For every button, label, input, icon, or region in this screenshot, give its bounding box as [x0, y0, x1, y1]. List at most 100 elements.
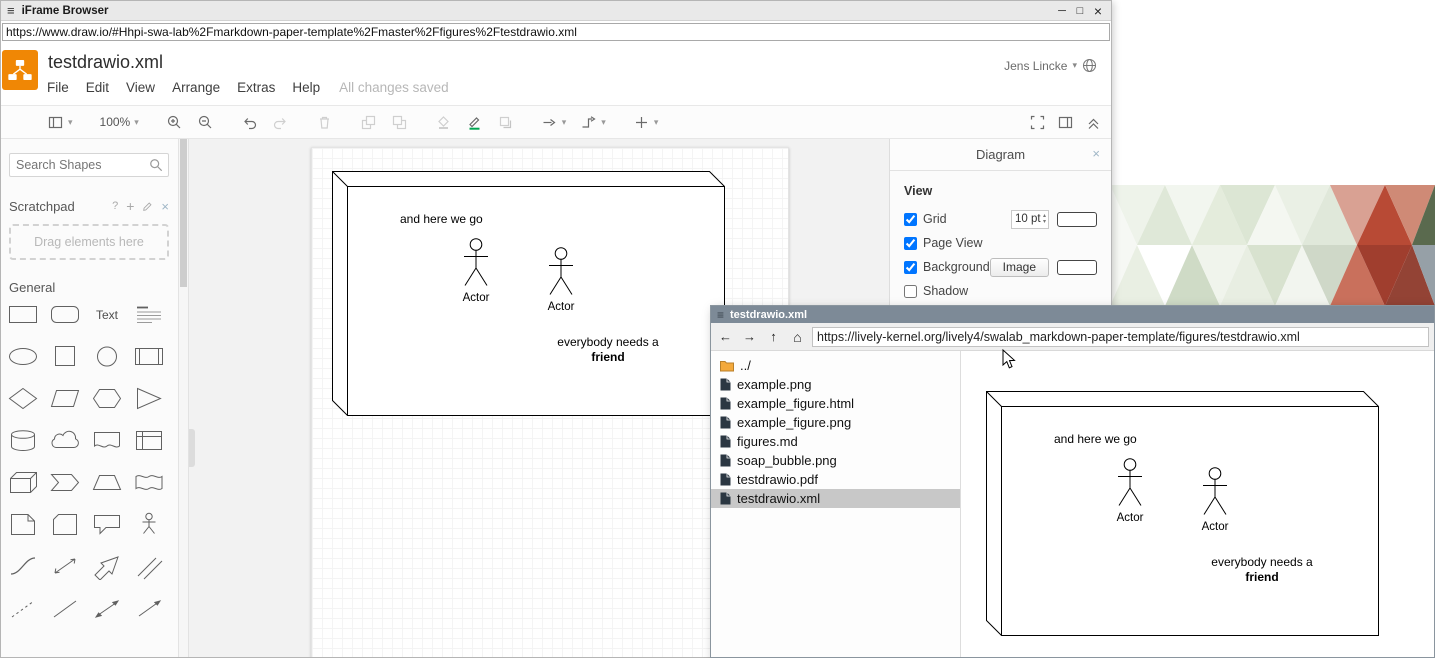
toolbar-undo-button[interactable]: [241, 114, 258, 131]
menu-help[interactable]: Help: [292, 80, 320, 95]
shape-square-button[interactable]: [44, 343, 86, 370]
toolbar-collapse-button[interactable]: [1085, 114, 1102, 131]
diagram-caption-text[interactable]: and here we go: [400, 212, 483, 226]
grid-color-swatch[interactable]: [1057, 212, 1097, 227]
panel-tab-diagram[interactable]: Diagram: [976, 147, 1025, 162]
actor-shape[interactable]: Actor: [454, 238, 498, 304]
file-row--[interactable]: ../: [711, 356, 960, 375]
shape-cube-button[interactable]: [2, 469, 44, 496]
general-section-label[interactable]: General: [9, 280, 170, 295]
shape-callout-button[interactable]: [86, 511, 128, 538]
sidebar-collapse-handle[interactable]: [189, 429, 195, 467]
pencil-icon[interactable]: [142, 201, 153, 212]
shape-curve-button[interactable]: [2, 553, 44, 580]
file-row-soap-bubble-png[interactable]: soap_bubble.png: [711, 451, 960, 470]
toolbar-zoom-level-button[interactable]: 100%▾: [100, 115, 139, 129]
file-row-example-png[interactable]: example.png: [711, 375, 960, 394]
background-checkbox[interactable]: [904, 261, 917, 274]
background-image-button[interactable]: Image: [990, 258, 1049, 277]
toolbar-shadow-button[interactable]: [497, 114, 514, 131]
drawio-logo[interactable]: [2, 50, 38, 90]
up-button[interactable]: ↑: [764, 327, 783, 346]
toolbar-insert-button[interactable]: ▾: [633, 114, 659, 131]
shape-circle-button[interactable]: [86, 343, 128, 370]
shape-text-button[interactable]: Text: [86, 301, 128, 328]
toolbar-line-color-button[interactable]: [466, 114, 483, 131]
shape-process-button[interactable]: [128, 343, 170, 370]
shape-line-button[interactable]: [44, 595, 86, 622]
shape-internal-storage-button[interactable]: [128, 427, 170, 454]
shape-ellipse-button[interactable]: [2, 343, 44, 370]
shape-link-button[interactable]: [128, 553, 170, 580]
home-button[interactable]: ⌂: [788, 327, 807, 346]
shape-actor-button[interactable]: [128, 511, 170, 538]
shape-textbox-button[interactable]: [128, 301, 170, 328]
shape-dashed-line-button[interactable]: [2, 595, 44, 622]
shape-parallelogram-button[interactable]: [44, 385, 86, 412]
actor-shape[interactable]: Actor: [539, 247, 583, 313]
menu-file[interactable]: File: [47, 80, 69, 95]
shape-diamond-button[interactable]: [2, 385, 44, 412]
toolbar-zoom-in-button[interactable]: [166, 114, 183, 131]
shape-card-button[interactable]: [44, 511, 86, 538]
shape-triangle-button[interactable]: [128, 385, 170, 412]
hamburger-icon[interactable]: ≡: [7, 3, 15, 18]
diagram-group[interactable]: and here we go Actor: [332, 171, 725, 416]
minimize-button[interactable]: ─: [1053, 3, 1071, 18]
panel-close-icon[interactable]: ×: [1092, 146, 1100, 161]
language-globe-icon[interactable]: [1082, 58, 1097, 73]
file-row-example-figure-png[interactable]: example_figure.png: [711, 413, 960, 432]
shape-rounded-rectangle-button[interactable]: [44, 301, 86, 328]
diagram-note-text[interactable]: everybody needs a friend: [542, 335, 674, 364]
toolbar-redo-button[interactable]: [272, 114, 289, 131]
toolbar-page-view-button[interactable]: ▾: [47, 114, 73, 131]
shape-bidirectional-arrow-button[interactable]: [44, 553, 86, 580]
window-titlebar[interactable]: ≡ testdrawio.xml: [711, 306, 1434, 323]
toolbar-connection-button[interactable]: ▾: [541, 114, 567, 131]
file-row-example-figure-html[interactable]: example_figure.html: [711, 394, 960, 413]
address-bar-input[interactable]: [2, 23, 1110, 41]
background-color-swatch[interactable]: [1057, 260, 1097, 275]
scratchpad-close-icon[interactable]: ×: [161, 199, 169, 214]
shape-note-button[interactable]: [2, 511, 44, 538]
scrollbar-thumb[interactable]: [180, 139, 187, 287]
user-menu[interactable]: Jens Lincke ▾: [1004, 58, 1097, 73]
shape-cloud-button[interactable]: [44, 427, 86, 454]
close-button[interactable]: ×: [1089, 3, 1107, 18]
sidebar-scrollbar[interactable]: [179, 139, 189, 657]
toolbar-to-front-button[interactable]: [360, 114, 377, 131]
forward-button[interactable]: →: [740, 327, 759, 346]
menu-view[interactable]: View: [126, 80, 155, 95]
file-address-input[interactable]: [812, 327, 1429, 347]
help-icon[interactable]: ?: [112, 200, 118, 212]
file-row-testdrawio-xml[interactable]: testdrawio.xml: [711, 489, 960, 508]
shape-bidirectional-connector-button[interactable]: [86, 595, 128, 622]
shape-hexagon-button[interactable]: [86, 385, 128, 412]
toolbar-to-back-button[interactable]: [391, 114, 408, 131]
shadow-checkbox[interactable]: [904, 285, 917, 298]
grid-size-stepper[interactable]: ▴ ▾: [1041, 213, 1048, 225]
page-view-checkbox[interactable]: [904, 237, 917, 250]
shape-rectangle-button[interactable]: [2, 301, 44, 328]
scratchpad-drop-area[interactable]: Drag elements here: [9, 224, 169, 260]
menu-arrange[interactable]: Arrange: [172, 80, 220, 95]
menu-edit[interactable]: Edit: [86, 80, 109, 95]
file-row-figures-md[interactable]: figures.md: [711, 432, 960, 451]
maximize-button[interactable]: □: [1071, 3, 1089, 18]
spin-down-icon[interactable]: ▾: [1043, 219, 1046, 225]
window-titlebar[interactable]: ≡ iFrame Browser ─ □ ×: [1, 1, 1111, 21]
toolbar-delete-button[interactable]: [316, 114, 333, 131]
toolbar-fit-page-button[interactable]: [1029, 114, 1046, 131]
search-shapes-input[interactable]: [9, 153, 169, 177]
back-button[interactable]: ←: [716, 327, 735, 346]
grid-checkbox[interactable]: [904, 213, 917, 226]
cube-shape[interactable]: [332, 171, 725, 416]
toolbar-zoom-out-button[interactable]: [197, 114, 214, 131]
toolbar-waypoints-button[interactable]: ▾: [580, 114, 606, 131]
shape-directional-connector-button[interactable]: [128, 595, 170, 622]
shape-document-button[interactable]: [86, 427, 128, 454]
add-icon[interactable]: +: [126, 198, 134, 214]
toolbar-format-panel-button[interactable]: [1057, 114, 1074, 131]
shape-tape-button[interactable]: [128, 469, 170, 496]
hamburger-icon[interactable]: ≡: [717, 308, 724, 322]
